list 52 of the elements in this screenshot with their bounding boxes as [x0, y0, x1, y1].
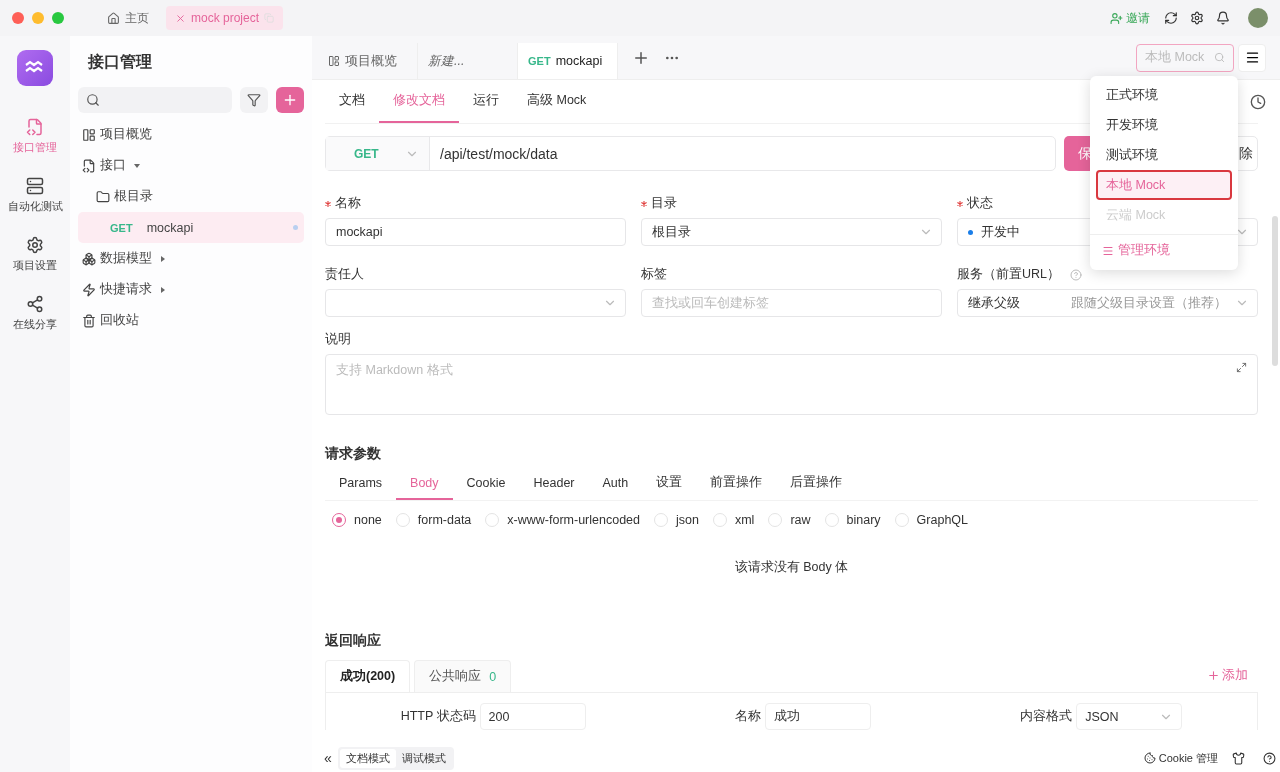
tree-item-label: 快捷请求 — [100, 281, 152, 298]
tree-item-label: 数据模型 — [100, 250, 152, 267]
nav-label: 自动化测试 — [7, 199, 63, 214]
field-hint: 跟随父级目录设置（推荐） — [1071, 294, 1227, 312]
radio-label: raw — [790, 513, 811, 527]
radio-label: json — [676, 513, 699, 527]
count-label: 0 — [489, 669, 497, 684]
section-title: 请求参数 — [325, 445, 381, 463]
field-placeholder: 查找或回车创建标签 — [652, 294, 769, 312]
field-value: mockapi — [336, 225, 383, 239]
nav-label: 项目设置 — [13, 258, 57, 273]
field-label: 内容格式 — [1020, 708, 1073, 725]
field-label: 名称 — [325, 195, 361, 212]
method-label: GET — [354, 146, 379, 161]
method-label: GET — [110, 221, 133, 234]
field-label: 目录 — [641, 195, 677, 212]
field-value: 开发中 — [981, 223, 1020, 241]
sidebar-title: 接口管理 — [87, 52, 153, 72]
window-tab-label: mock project — [191, 11, 260, 25]
method-label: GET — [528, 55, 551, 67]
radio-label: xml — [734, 513, 755, 527]
field-value: 根目录 — [652, 223, 691, 241]
radio-label: binary — [846, 513, 881, 527]
nav-label: 在线分享 — [13, 317, 57, 332]
field-label: 名称 — [734, 708, 761, 725]
field-label: 标签 — [641, 266, 667, 283]
radio-label: GraphQL — [916, 513, 968, 527]
field-label: 责任人 — [325, 266, 364, 283]
field-label: 状态 — [957, 195, 993, 212]
field-value: JSON — [1085, 709, 1119, 724]
field-value: 继承父级 — [968, 294, 1020, 312]
tree-item-label: 根目录 — [114, 188, 153, 205]
tree-item-label: 接口 — [100, 157, 126, 174]
tree-item-label: 项目概览 — [100, 126, 152, 143]
nav-label: 接口管理 — [13, 140, 57, 155]
environment-placeholder: 本地 Mock — [1145, 49, 1205, 66]
field-label: 说明 — [325, 331, 351, 348]
tree-item-label: 回收站 — [100, 312, 139, 329]
tab-label: 新建... — [428, 52, 465, 70]
field-value: 成功 — [773, 708, 800, 725]
tab-label: mockapi — [555, 54, 603, 68]
tree-item-label: mockapi — [146, 220, 194, 235]
description-placeholder: 支持 Markdown 格式 — [336, 362, 453, 379]
window-tab-label: 主页 — [125, 9, 149, 27]
field-label: HTTP 状态码 — [400, 708, 476, 725]
tab-label: 项目概览 — [345, 52, 397, 70]
radio-label: form-data — [417, 513, 472, 527]
empty-message: 该请求没有 Body 体 — [734, 559, 849, 576]
field-label: 服务（前置URL） — [957, 266, 1082, 283]
radio-label: none — [354, 513, 382, 527]
section-title: 返回响应 — [325, 632, 381, 650]
field-value: 200 — [488, 709, 510, 724]
